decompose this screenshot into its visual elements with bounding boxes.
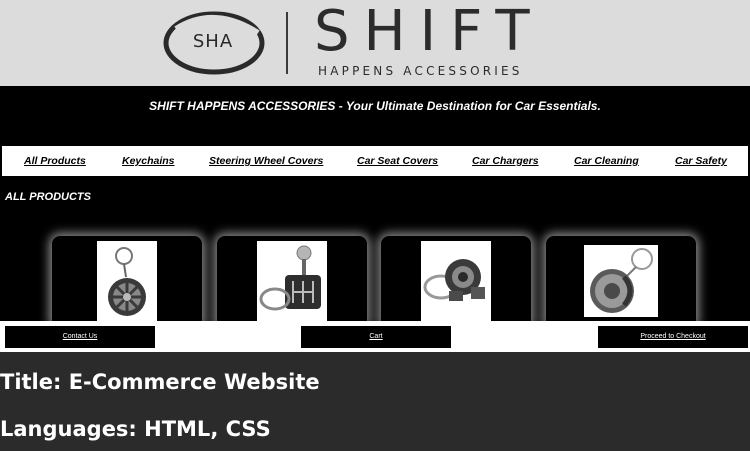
page-banner: SHIFT HAPPENS ACCESSORIES - Your Ultimat… bbox=[149, 99, 601, 113]
nav-item-all-products[interactable]: All Products bbox=[24, 155, 86, 167]
section-title: ALL PRODUCTS bbox=[5, 191, 91, 203]
contact-us-button[interactable]: Contact Us bbox=[5, 326, 155, 348]
turbo-keychain-icon bbox=[421, 241, 491, 321]
caption-languages: Languages: HTML, CSS bbox=[0, 417, 271, 441]
product-card-turbo-keychain[interactable] bbox=[381, 236, 531, 324]
website-screenshot: SHA SHIFT HAPPENS ACCESSORIES SHIFT HAPP… bbox=[0, 0, 750, 352]
nav-item-car-seat-covers[interactable]: Car Seat Covers bbox=[357, 155, 438, 167]
nav-item-car-cleaning[interactable]: Car Cleaning bbox=[574, 155, 639, 167]
logo-initials: SHA bbox=[192, 31, 234, 52]
product-card-brake-disc-keychain[interactable] bbox=[546, 236, 696, 324]
caption-title: Title: E-Commerce Website bbox=[0, 370, 320, 394]
wheel-rim-keychain-icon bbox=[97, 241, 157, 321]
product-card-gear-shifter-keychain[interactable] bbox=[217, 236, 367, 324]
gear-shifter-keychain-icon bbox=[257, 241, 327, 321]
nav-item-car-chargers[interactable]: Car Chargers bbox=[472, 155, 539, 167]
nav-item-steering-wheel-covers[interactable]: Steering Wheel Covers bbox=[209, 155, 323, 167]
category-nav: All Products Keychains Steering Wheel Co… bbox=[2, 146, 748, 176]
logo-wordmark: SHIFT bbox=[314, 0, 544, 64]
logo-tagline: HAPPENS ACCESSORIES bbox=[318, 64, 523, 78]
brake-disc-keychain-icon bbox=[584, 245, 658, 317]
proceed-to-checkout-button[interactable]: Proceed to Checkout bbox=[598, 326, 748, 348]
logo-divider bbox=[286, 12, 288, 74]
nav-item-keychains[interactable]: Keychains bbox=[122, 155, 175, 167]
cart-button[interactable]: Cart bbox=[301, 326, 451, 348]
nav-item-car-safety[interactable]: Car Safety bbox=[675, 155, 727, 167]
product-card-wheel-rim-keychain[interactable] bbox=[52, 236, 202, 324]
